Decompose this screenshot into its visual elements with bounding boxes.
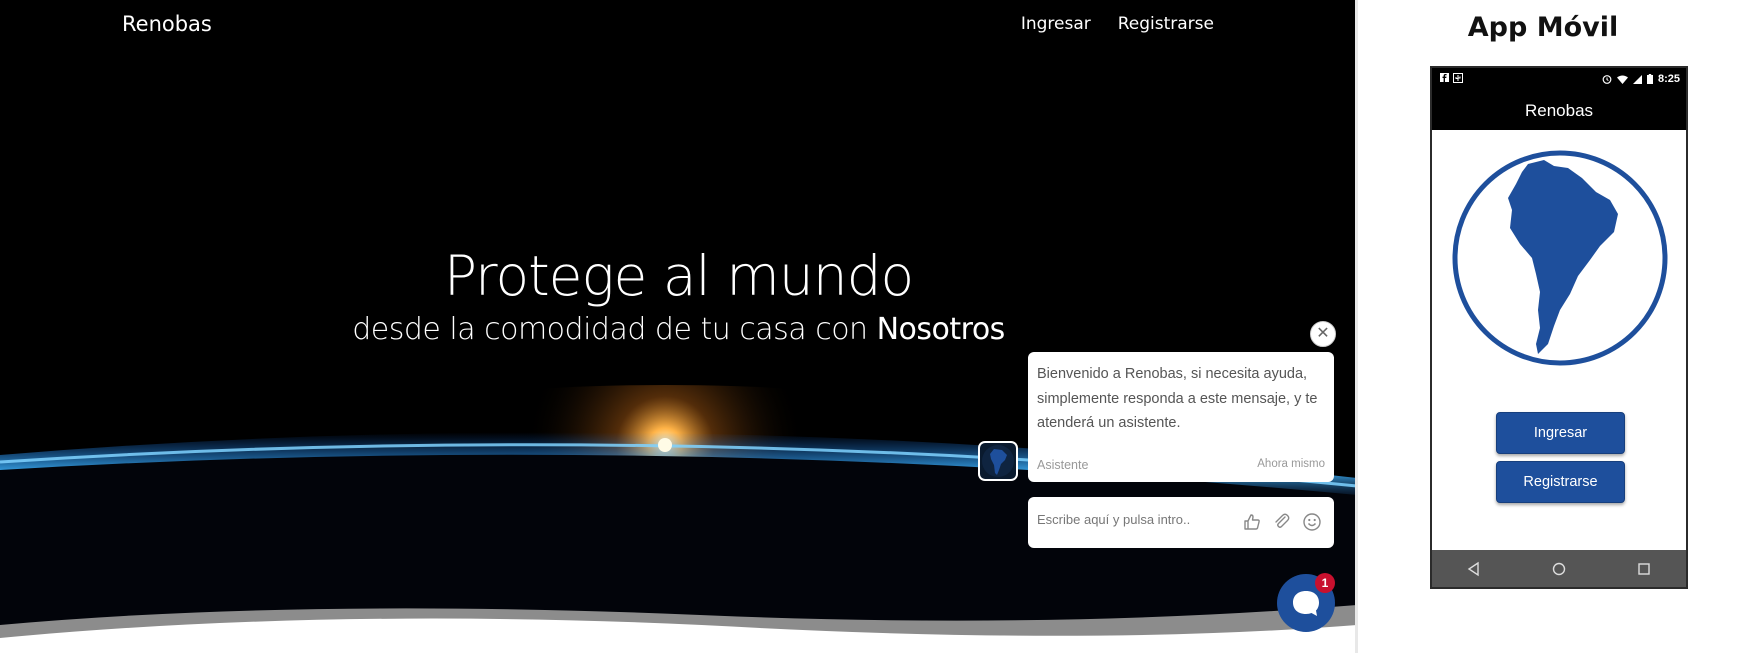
nav-register-link[interactable]: Registrarse [1118, 14, 1214, 34]
chat-unread-badge: 1 [1315, 573, 1335, 593]
phone-status-bar: 8:25 [1432, 68, 1686, 91]
hero-section: Renobas Ingresar Registrarse Protege al … [0, 0, 1357, 653]
phone-nav-bar [1432, 550, 1686, 587]
mobile-app-panel: App Móvil 8:25 Renobas Ingresar Registra… [1358, 0, 1744, 653]
back-icon[interactable] [1465, 560, 1483, 578]
chat-message-text: Bienvenido a Renobas, si necesita ayuda,… [1037, 366, 1318, 431]
battery-icon [1646, 74, 1653, 84]
chat-input-container [1028, 497, 1334, 548]
app-register-button[interactable]: Registrarse [1496, 461, 1625, 503]
chat-message-bubble: Bienvenido a Renobas, si necesita ayuda,… [1028, 352, 1334, 482]
chat-sender: Asistente [1037, 458, 1089, 472]
paperclip-icon[interactable] [1272, 512, 1292, 532]
hero-subtitle-prefix: desde la comodidad de tu casa con [352, 312, 868, 347]
south-america-icon [982, 445, 1014, 477]
chat-timestamp: Ahora mismo [1257, 458, 1325, 470]
phone-mockup: 8:25 Renobas Ingresar Registrarse [1430, 66, 1688, 589]
home-icon[interactable] [1550, 560, 1568, 578]
status-right-icons: 8:25 [1602, 73, 1680, 85]
chat-assistant-avatar [978, 441, 1018, 481]
signal-icon [1632, 74, 1642, 84]
alarm-icon [1602, 75, 1612, 84]
facebook-icon [1440, 73, 1449, 82]
app-panel-heading: App Móvil [1467, 12, 1619, 43]
recents-icon[interactable] [1635, 560, 1653, 578]
south-america-logo [1452, 150, 1668, 366]
hero-subtitle-emphasis: Nosotros [876, 312, 1006, 347]
chat-message-meta: Asistente Ahora mismo [1037, 458, 1325, 472]
app-login-button[interactable]: Ingresar [1496, 412, 1625, 454]
nav-login-link[interactable]: Ingresar [1021, 14, 1091, 34]
thumbs-up-icon[interactable] [1242, 512, 1262, 532]
hero-title: Protege al mundo [443, 244, 914, 308]
phone-app-bar: Renobas [1432, 91, 1686, 130]
wifi-icon [1616, 75, 1628, 84]
chat-message-input[interactable] [1037, 512, 1227, 527]
status-time: 8:25 [1657, 73, 1680, 85]
emoji-icon[interactable] [1302, 512, 1322, 532]
chat-close-button[interactable]: ✕ [1310, 321, 1336, 347]
chat-input-actions [1242, 512, 1322, 532]
top-nav: Ingresar Registrarse [1021, 14, 1214, 34]
brand-link[interactable]: Renobas [122, 12, 212, 36]
hero-subtitle: desde la comodidad de tu casa con Nosotr… [0, 312, 1357, 347]
status-left-icons [1440, 73, 1463, 83]
close-icon: ✕ [1316, 325, 1330, 342]
usb-icon [1453, 73, 1463, 83]
